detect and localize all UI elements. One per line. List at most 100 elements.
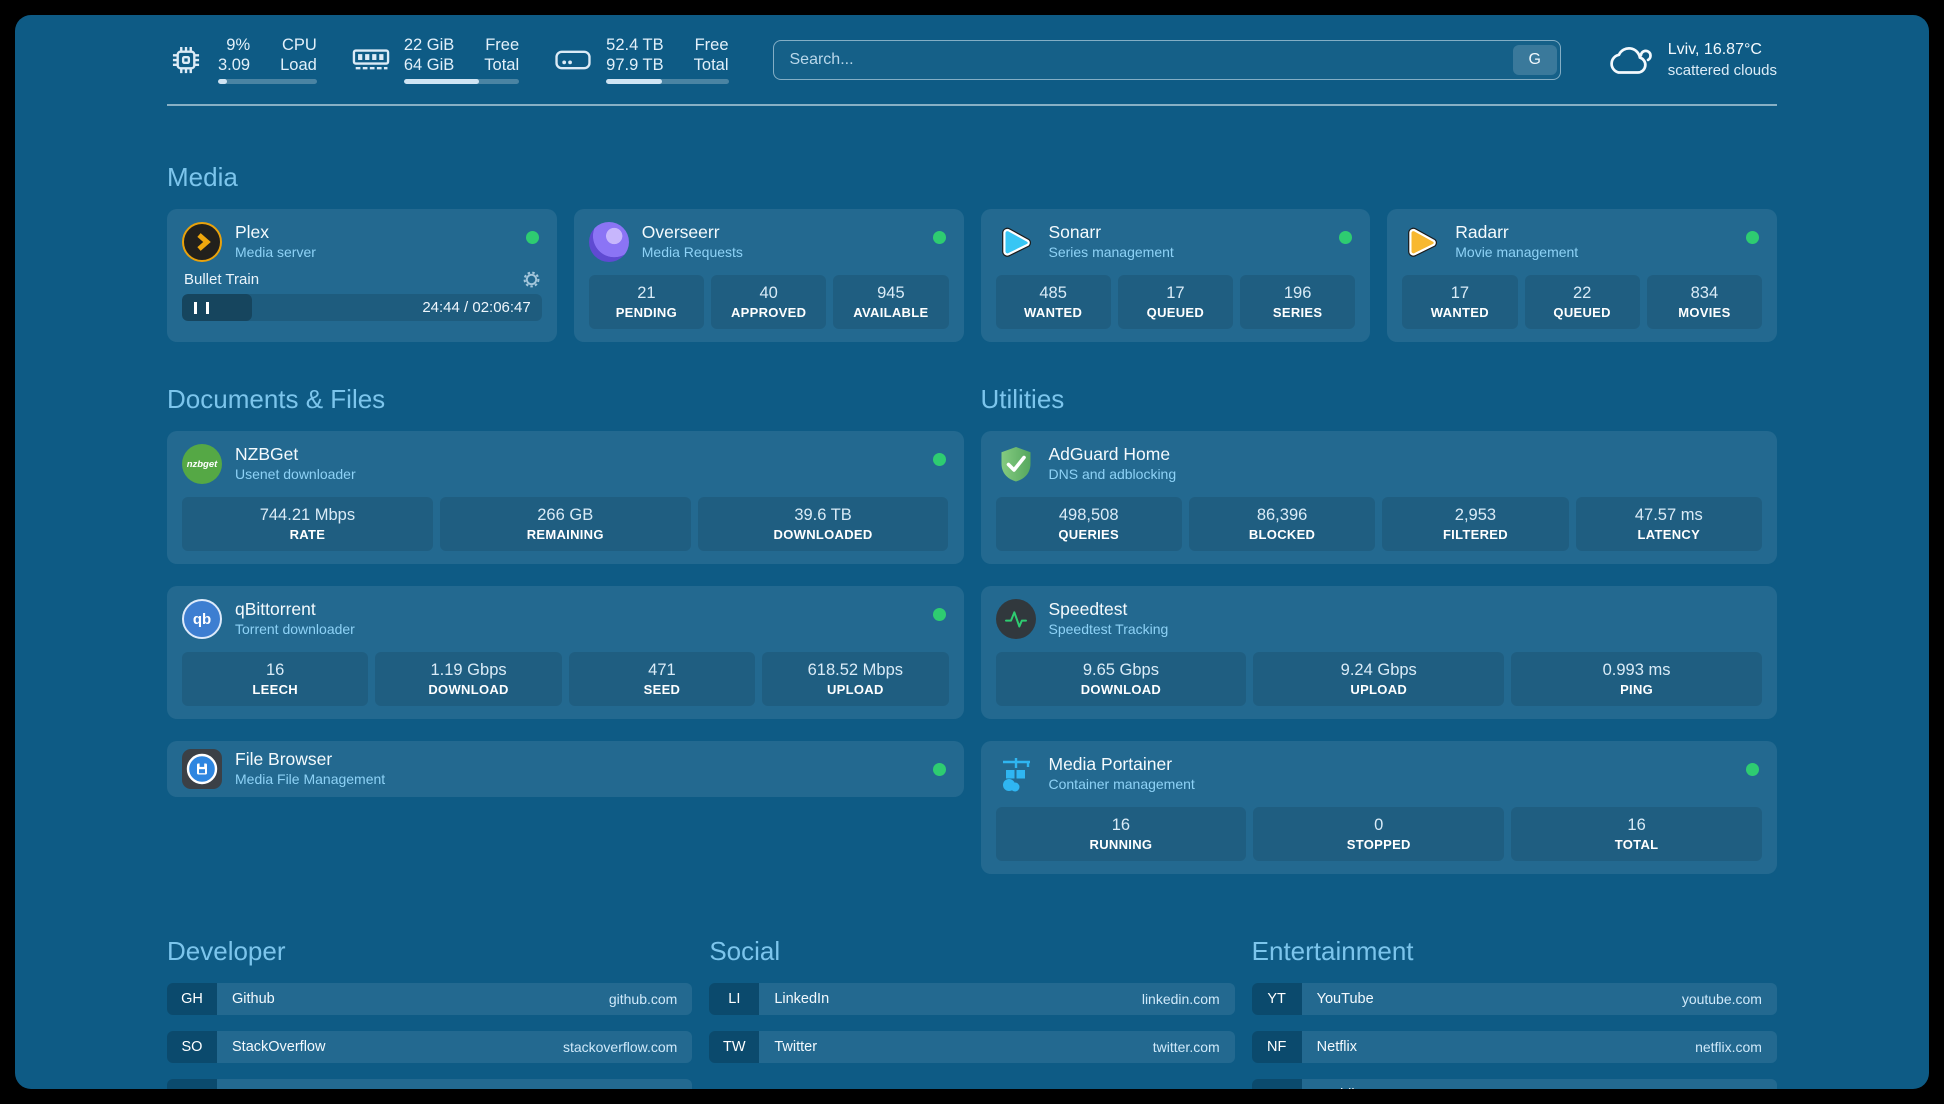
filebrowser-icon — [182, 749, 222, 789]
header-divider — [167, 104, 1777, 106]
bookmark-group-title: Entertainment — [1252, 936, 1777, 967]
service-name: Radarr — [1455, 222, 1578, 242]
service-card-qbittorrent[interactable]: qb qBittorrent Torrent downloader 16 LEE… — [167, 586, 964, 719]
cpu-load-label: Load — [280, 55, 317, 75]
bookmark-stackoverflow[interactable]: SO StackOverflow stackoverflow.com — [167, 1031, 692, 1063]
stat-block: 9.24 Gbps UPLOAD — [1253, 652, 1504, 706]
section-title-documents: Documents & Files — [167, 384, 964, 415]
service-desc: Container management — [1049, 774, 1195, 794]
service-card-overseerr[interactable]: Overseerr Media Requests 21 PENDING 40 A… — [574, 209, 964, 342]
stat-block: 266 GB REMAINING — [440, 497, 691, 551]
overseerr-icon — [589, 222, 629, 262]
status-dot — [933, 453, 946, 466]
stat-block: 16 TOTAL — [1511, 807, 1762, 861]
bookmark-dev[interactable]: DT DEV dev.to — [167, 1079, 692, 1089]
stat-block: 471 SEED — [569, 652, 755, 706]
nzbget-icon: nzbget — [182, 444, 222, 484]
memory-stat-widget: 22 GiB 64 GiB Free Total — [351, 35, 519, 84]
cpu-progress-bar — [218, 79, 317, 84]
service-desc: Usenet downloader — [235, 464, 356, 484]
service-name: Plex — [235, 222, 316, 242]
stat-block: 17 QUEUED — [1118, 275, 1233, 329]
service-name: Overseerr — [642, 222, 743, 242]
cpu-icon — [167, 41, 205, 79]
search-input[interactable] — [774, 51, 1510, 69]
service-card-adguard[interactable]: AdGuard Home DNS and adblocking 498,508 … — [981, 431, 1778, 564]
service-desc: Media File Management — [235, 769, 385, 789]
pause-icon[interactable] — [194, 302, 209, 314]
memory-free-value: 22 GiB — [404, 35, 454, 55]
bookmark-group-social: Social LI LinkedIn linkedin.com TW Twitt… — [709, 936, 1234, 1089]
now-playing-settings-icon[interactable] — [523, 271, 540, 288]
cpu-usage-label: CPU — [280, 35, 317, 55]
stat-block: 39.6 TB DOWNLOADED — [698, 497, 949, 551]
status-dot — [1339, 231, 1352, 244]
stat-block: 485 WANTED — [996, 275, 1111, 329]
memory-icon — [351, 45, 391, 75]
service-card-speedtest[interactable]: Speedtest Speedtest Tracking 9.65 Gbps D… — [981, 586, 1778, 719]
portainer-icon — [996, 754, 1036, 794]
service-card-radarr[interactable]: Radarr Movie management 17 WANTED 22 QUE… — [1387, 209, 1777, 342]
plex-icon — [182, 222, 222, 262]
service-name: Speedtest — [1049, 599, 1169, 619]
stat-block: 16 LEECH — [182, 652, 368, 706]
stat-block: 17 WANTED — [1402, 275, 1517, 329]
service-desc: Movie management — [1455, 242, 1578, 262]
bookmark-netflix[interactable]: NF Netflix netflix.com — [1252, 1031, 1777, 1063]
adguard-icon — [996, 444, 1036, 484]
service-desc: DNS and adblocking — [1049, 464, 1177, 484]
stat-block: 21 PENDING — [589, 275, 704, 329]
bookmark-group-entertainment: Entertainment YT YouTube youtube.com NF … — [1252, 936, 1777, 1089]
playback-time: 24:44 / 02:06:47 — [422, 299, 541, 316]
bookmark-twitter[interactable]: TW Twitter twitter.com — [709, 1031, 1234, 1063]
section-title-media: Media — [167, 162, 1777, 193]
dashboard-frame: 9% 3.09 CPU Load — [0, 0, 1944, 1104]
stat-block: 618.52 Mbps UPLOAD — [762, 652, 948, 706]
status-dot — [933, 608, 946, 621]
stat-block: 40 APPROVED — [711, 275, 826, 329]
weather-widget: Lviv, 16.87°C scattered clouds — [1605, 39, 1777, 81]
disk-progress-bar — [606, 79, 728, 84]
service-desc: Media Requests — [642, 242, 743, 262]
search-bar: G — [773, 40, 1561, 80]
disk-free-label: Free — [694, 35, 729, 55]
service-card-sonarr[interactable]: Sonarr Series management 485 WANTED 17 Q… — [981, 209, 1371, 342]
bookmark-reddit[interactable]: RE Reddit reddit.com — [1252, 1079, 1777, 1089]
stat-block: 498,508 QUERIES — [996, 497, 1182, 551]
disk-stat-widget: 52.4 TB 97.9 TB Free Total — [553, 35, 728, 84]
section-utilities: Utilities — [981, 384, 1778, 874]
bookmark-github[interactable]: GH Github github.com — [167, 983, 692, 1015]
memory-free-label: Free — [484, 35, 519, 55]
stat-block: 945 AVAILABLE — [833, 275, 948, 329]
service-card-nzbget[interactable]: nzbget NZBGet Usenet downloader 744.21 M… — [167, 431, 964, 564]
service-name: AdGuard Home — [1049, 444, 1177, 464]
stat-block: 47.57 ms LATENCY — [1576, 497, 1762, 551]
weather-condition: scattered clouds — [1668, 60, 1777, 81]
disk-total-value: 97.9 TB — [606, 55, 663, 75]
stat-block: 196 SERIES — [1240, 275, 1355, 329]
system-stats: 9% 3.09 CPU Load — [167, 35, 729, 84]
section-title-utilities: Utilities — [981, 384, 1778, 415]
service-name: File Browser — [235, 749, 385, 769]
disk-free-value: 52.4 TB — [606, 35, 663, 55]
service-name: Media Portainer — [1049, 754, 1195, 774]
bookmark-group-title: Social — [709, 936, 1234, 967]
memory-progress-bar — [404, 79, 519, 84]
stat-block: 0.993 ms PING — [1511, 652, 1762, 706]
stat-block: 22 QUEUED — [1525, 275, 1640, 329]
bookmark-youtube[interactable]: YT YouTube youtube.com — [1252, 983, 1777, 1015]
bookmark-group-title: Developer — [167, 936, 692, 967]
service-card-portainer[interactable]: Media Portainer Container management 16 … — [981, 741, 1778, 874]
stat-block: 86,396 BLOCKED — [1189, 497, 1375, 551]
search-provider-button[interactable]: G — [1513, 45, 1557, 75]
bookmark-linkedin[interactable]: LI LinkedIn linkedin.com — [709, 983, 1234, 1015]
service-desc: Torrent downloader — [235, 619, 355, 639]
now-playing-title: Bullet Train — [184, 271, 259, 288]
status-dot — [526, 231, 539, 244]
playback-progress-bar[interactable]: 24:44 / 02:06:47 — [182, 294, 542, 321]
service-desc: Speedtest Tracking — [1049, 619, 1169, 639]
cloud-icon — [1605, 42, 1655, 78]
service-card-plex[interactable]: Plex Media server Bullet Train — [167, 209, 557, 342]
stat-block: 1.19 Gbps DOWNLOAD — [375, 652, 561, 706]
service-card-filebrowser[interactable]: File Browser Media File Management — [167, 741, 964, 797]
